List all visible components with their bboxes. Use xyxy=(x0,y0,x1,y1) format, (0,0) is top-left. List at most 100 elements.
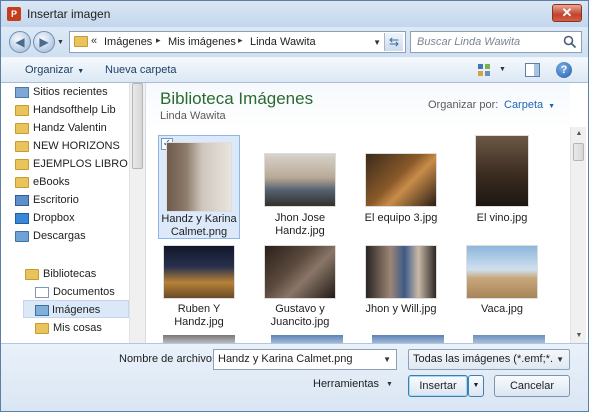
breadcrumb-linda-wawita[interactable]: Linda Wawita xyxy=(250,36,316,48)
folder-icon xyxy=(35,323,49,334)
nav-item-new-horizons[interactable]: NEW HORIZONS xyxy=(33,137,129,155)
content-scrollbar-thumb[interactable] xyxy=(573,143,584,161)
help-icon[interactable]: ? xyxy=(556,62,572,78)
tools-menu[interactable]: Herramientas xyxy=(313,378,379,390)
downloads-icon xyxy=(15,231,29,242)
file-item-jhon-will[interactable]: Jhon y Will.jpg xyxy=(360,243,442,343)
desktop-icon xyxy=(15,195,29,206)
file-item-jhon-jose-handz[interactable]: Jhon Jose Handz.jpg xyxy=(259,135,341,239)
arrange-by-label: Organizar por: xyxy=(428,99,499,111)
breadcrumb-mis-imagenes[interactable]: Mis imágenes xyxy=(168,36,236,48)
nav-item-escritorio[interactable]: Escritorio xyxy=(33,191,129,209)
nav-item-bibliotecas[interactable]: Bibliotecas xyxy=(43,265,129,283)
file-name: Handz y Karina Calmet.png xyxy=(161,213,237,238)
library-header: Biblioteca Imágenes Linda Wawita Organiz… xyxy=(146,83,570,127)
nav-item-ebooks[interactable]: eBooks xyxy=(33,173,129,191)
nav-item-sitios-recientes[interactable]: Sitios recientes xyxy=(33,83,129,101)
filename-label: Nombre de archivo: xyxy=(119,353,215,365)
scroll-down-arrow[interactable]: ▼ xyxy=(571,329,587,343)
file-item-vaca[interactable]: Vaca.jpg xyxy=(461,243,543,343)
image-thumbnail-partial[interactable] xyxy=(163,335,235,343)
new-folder-button[interactable]: Nueva carpeta xyxy=(105,64,177,76)
address-overflow-chevron[interactable]: « xyxy=(91,35,97,47)
nav-item-ejemplos-libro[interactable]: EJEMPLOS LIBRO xyxy=(33,155,129,173)
library-subtitle: Linda Wawita xyxy=(160,110,226,122)
libraries-icon xyxy=(25,269,39,280)
arrange-by-dropdown[interactable]: Carpeta ▼ xyxy=(504,99,555,111)
image-thumbnail-partial[interactable] xyxy=(271,335,343,343)
organize-menu[interactable]: Organizar ▼ xyxy=(25,64,84,76)
file-name: El equipo 3.jpg xyxy=(364,212,438,224)
forward-button[interactable]: ▶ xyxy=(33,31,55,53)
folder-icon xyxy=(15,105,29,116)
image-thumbnail-partial[interactable] xyxy=(473,335,545,343)
file-type-filter[interactable]: Todas las imágenes (*.emf;*.wr ▼ xyxy=(408,349,570,370)
image-thumbnail xyxy=(475,135,529,207)
image-thumbnail xyxy=(166,142,232,212)
address-row: ◀ ▶ ▼ « Imágenes ▸ Mis imágenes ▸ Linda … xyxy=(1,27,588,57)
recent-locations-dropdown[interactable]: ▼ xyxy=(57,39,64,46)
nav-scrollbar-thumb[interactable] xyxy=(132,83,143,169)
image-thumbnail xyxy=(264,153,336,207)
insert-button[interactable]: Insertar xyxy=(408,375,468,397)
nav-scrollbar[interactable] xyxy=(129,83,145,343)
organize-label: Organizar xyxy=(25,64,74,76)
nav-item-handz-valentin[interactable]: Handz Valentin xyxy=(33,119,129,137)
arrange-by-value: Carpeta xyxy=(504,99,544,111)
nav-item-descargas[interactable]: Descargas xyxy=(33,227,129,245)
breadcrumb-separator[interactable]: ▸ xyxy=(156,35,161,46)
image-thumbnail xyxy=(365,153,437,207)
breadcrumb-imagenes[interactable]: Imágenes xyxy=(104,36,152,48)
chevron-down-icon[interactable]: ▼ xyxy=(386,381,393,388)
view-options-dropdown[interactable]: ▼ xyxy=(499,66,506,73)
folder-icon xyxy=(15,177,29,188)
folder-icon xyxy=(15,159,29,170)
file-name: El vino.jpg xyxy=(476,212,528,224)
file-list-pane[interactable]: Biblioteca Imágenes Linda Wawita Organiz… xyxy=(146,83,588,343)
chevron-down-icon[interactable]: ▼ xyxy=(383,355,391,364)
nav-item-mis-cosas[interactable]: Mis cosas xyxy=(53,319,129,337)
nav-item-documentos[interactable]: Documentos xyxy=(53,283,129,301)
scroll-up-arrow[interactable]: ▲ xyxy=(571,127,587,141)
content-scrollbar[interactable]: ▲ ▼ xyxy=(570,127,586,343)
file-name: Vaca.jpg xyxy=(481,303,523,315)
change-view-icon[interactable] xyxy=(477,63,491,77)
nav-item-handsofthelp[interactable]: Handsofthelp Lib xyxy=(33,101,129,119)
file-name: Ruben Y Handz.jpg xyxy=(174,303,224,328)
title-bar[interactable]: P Insertar imagen ✕ xyxy=(1,1,588,27)
file-item-gustavo-juancito[interactable]: Gustavo y Juancito.jpg xyxy=(259,243,341,343)
window-title: Insertar imagen xyxy=(27,7,111,21)
image-thumbnail-partial[interactable] xyxy=(372,335,444,343)
file-item-el-equipo[interactable]: El equipo 3.jpg xyxy=(360,135,442,239)
chevron-down-icon: ▼ xyxy=(548,103,556,110)
address-bar[interactable]: « Imágenes ▸ Mis imágenes ▸ Linda Wawita… xyxy=(69,31,406,53)
documents-icon xyxy=(35,287,49,298)
image-thumbnail xyxy=(163,245,235,299)
nav-item-dropbox[interactable]: Dropbox xyxy=(33,209,129,227)
search-placeholder: Buscar Linda Wawita xyxy=(417,36,521,48)
refresh-button[interactable]: ⇆ xyxy=(384,33,403,51)
insert-image-dialog: P Insertar imagen ✕ ◀ ▶ ▼ « Imágenes ▸ M… xyxy=(0,0,589,412)
navigation-pane[interactable]: Sitios recientes Handsofthelp Lib Handz … xyxy=(1,83,146,343)
file-item-handz-karina[interactable]: ✓ Handz y Karina Calmet.png xyxy=(158,135,240,239)
back-button[interactable]: ◀ xyxy=(9,31,31,53)
address-dropdown[interactable]: ▼ xyxy=(373,38,381,47)
breadcrumb-separator[interactable]: ▸ xyxy=(238,35,243,46)
powerpoint-icon: P xyxy=(7,7,21,21)
file-type-value: Todas las imágenes (*.emf;*.wr xyxy=(413,353,553,365)
command-bar: Organizar ▼ Nueva carpeta ▼ ? xyxy=(1,57,588,83)
filename-value: Handz y Karina Calmet.png xyxy=(218,353,353,365)
close-button[interactable]: ✕ xyxy=(552,4,582,22)
image-thumbnail xyxy=(466,245,538,299)
dialog-footer: Nombre de archivo: Handz y Karina Calmet… xyxy=(1,343,588,411)
image-thumbnail xyxy=(365,245,437,299)
file-name: Jhon y Will.jpg xyxy=(365,303,437,315)
filename-input[interactable]: Handz y Karina Calmet.png ▼ xyxy=(213,349,397,370)
insert-options-button[interactable]: ▼ xyxy=(468,375,484,397)
search-box[interactable]: Buscar Linda Wawita xyxy=(410,31,582,53)
file-item-ruben-handz[interactable]: Ruben Y Handz.jpg xyxy=(158,243,240,343)
file-item-el-vino[interactable]: El vino.jpg xyxy=(461,135,543,239)
preview-pane-icon[interactable] xyxy=(525,63,540,77)
cancel-button[interactable]: Cancelar xyxy=(494,375,570,397)
chevron-down-icon: ▼ xyxy=(556,355,564,364)
